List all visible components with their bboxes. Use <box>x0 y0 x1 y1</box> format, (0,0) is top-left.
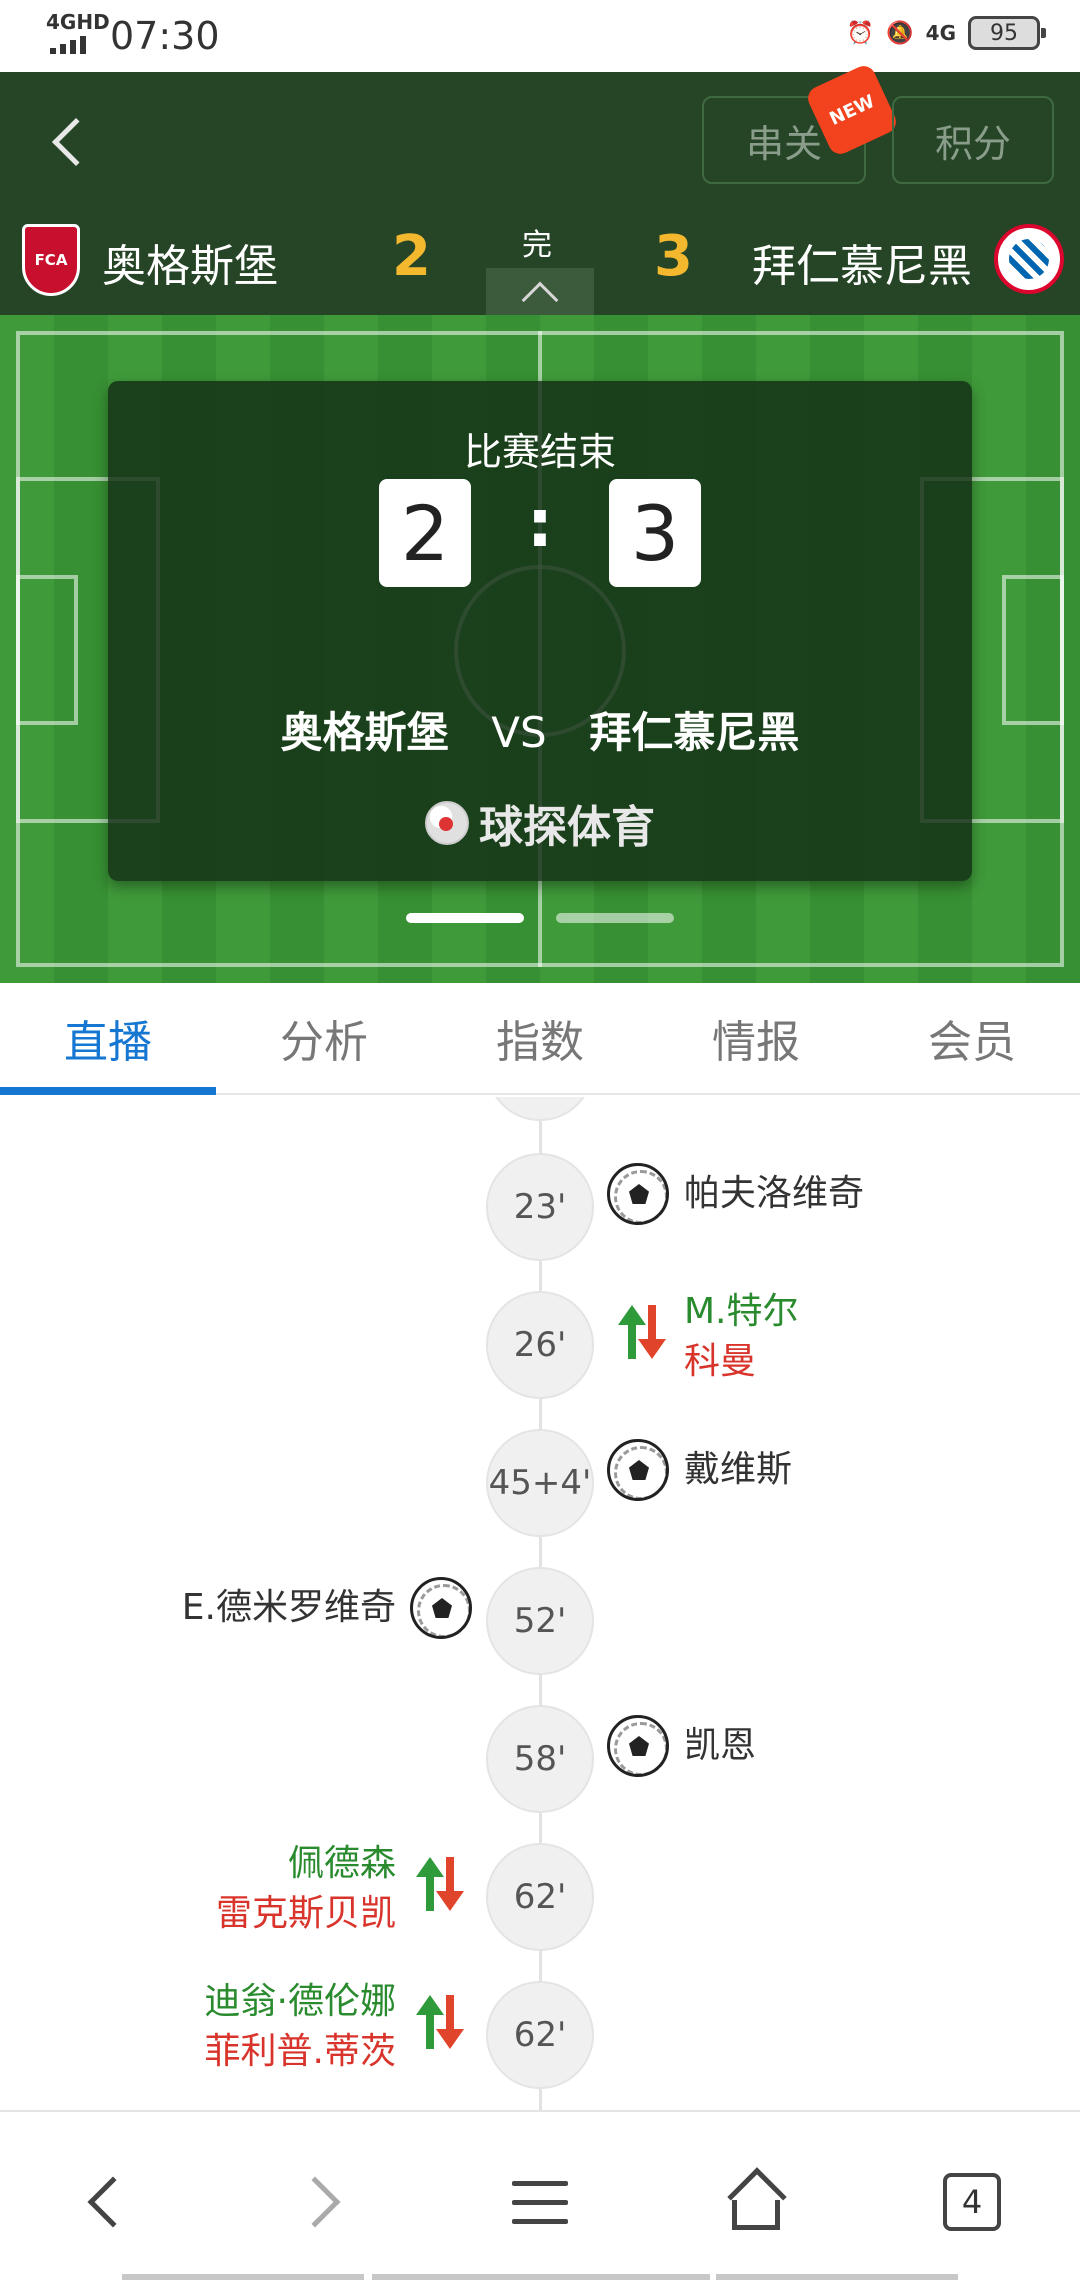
chevron-right-icon <box>289 2176 341 2228</box>
minute-marker: 52' <box>486 1567 594 1675</box>
result-card: 比赛结束 2 : 3 奥格斯堡 VS 拜仁慕尼黑 球探体育 <box>108 381 972 881</box>
standings-button[interactable]: 积分 <box>892 96 1054 184</box>
goal-ball-icon <box>607 1715 669 1777</box>
browser-forward-button[interactable] <box>272 2152 372 2252</box>
score-separator: : <box>526 485 554 562</box>
browser-menu-button[interactable] <box>490 2152 590 2252</box>
bayern-logo-icon <box>994 224 1064 294</box>
tabs-count-icon: 4 <box>943 2173 1001 2231</box>
player-in: 迪翁·德伦娜 <box>204 1981 396 2022</box>
chevron-up-icon <box>521 281 559 318</box>
tab-bar: 直播 分析 指数 情报 会员 <box>0 983 1080 1095</box>
card-home-team: 奥格斯堡 <box>280 708 449 757</box>
minute-marker: 62' <box>486 1843 594 1951</box>
card-away-team: 拜仁慕尼黑 <box>589 708 800 757</box>
home-score: 2 <box>392 224 431 289</box>
minute-marker: 58' <box>486 1705 594 1813</box>
collapse-button[interactable] <box>486 268 594 318</box>
goal-scorer: E.德米罗维奇 <box>181 1587 396 1628</box>
away-score: 3 <box>654 224 693 289</box>
menu-icon <box>512 2180 568 2224</box>
result-title: 比赛结束 <box>463 430 616 474</box>
tab-intel[interactable]: 情报 <box>648 983 864 1093</box>
gesture-bar <box>122 2274 364 2280</box>
player-out: 菲利普.蒂茨 <box>204 2031 396 2072</box>
card-teams: 奥格斯堡 VS 拜仁慕尼黑 <box>108 699 972 760</box>
browser-bottom-bar: 4 <box>0 2110 1080 2280</box>
brand-name: 球探体育 <box>479 802 655 853</box>
minute-marker: 23' <box>486 1153 594 1261</box>
network-type-right: 4G <box>925 21 956 45</box>
player-out: 科曼 <box>684 1341 757 1382</box>
player-out: 雷克斯贝凯 <box>215 1893 396 1934</box>
battery-icon: 95 <box>968 16 1046 50</box>
browser-back-button[interactable] <box>56 2152 156 2252</box>
bell-muted-icon: 🔕 <box>886 20 914 46</box>
signal-icon <box>50 34 86 54</box>
brand-watermark: 球探体育 <box>108 791 972 855</box>
left-goal-box <box>16 575 78 725</box>
back-arrow-icon <box>51 117 101 167</box>
goal-scorer: 帕夫洛维奇 <box>684 1173 865 1214</box>
alarm-icon: ⏰ <box>846 20 875 46</box>
minute-marker: 26' <box>486 1291 594 1399</box>
event-timeline[interactable]: 23' 帕夫洛维奇 26' M.特尔 科曼 45+4' 戴维斯 52' E.德米… <box>0 1097 1080 2110</box>
card-away-score: 3 <box>609 479 701 587</box>
augsburg-logo-icon: FCA <box>22 224 80 296</box>
pager-dot[interactable] <box>556 913 674 923</box>
browser-home-button[interactable] <box>706 2152 806 2252</box>
pitch-panel[interactable]: 比赛结束 2 : 3 奥格斯堡 VS 拜仁慕尼黑 球探体育 <box>0 315 1080 983</box>
card-home-score: 2 <box>379 479 471 587</box>
browser-tabs-button[interactable]: 4 <box>922 2152 1022 2252</box>
goal-scorer: 戴维斯 <box>684 1449 793 1490</box>
goal-scorer: 凯恩 <box>684 1725 757 1766</box>
gesture-bar <box>716 2274 958 2280</box>
match-header: 串关 NEW 积分 FCA 奥格斯堡 2 完 3 拜仁慕尼黑 <box>0 62 1080 318</box>
brand-logo-icon <box>425 801 469 845</box>
home-team-name[interactable]: 奥格斯堡 <box>102 230 278 294</box>
clock: 07:30 <box>110 14 220 58</box>
pager-dot-active[interactable] <box>406 913 524 923</box>
minute-marker-partial <box>486 1097 594 1121</box>
minute-marker: 62' <box>486 1981 594 2089</box>
goal-ball-icon <box>410 1577 472 1639</box>
minute-marker: 45+4' <box>486 1429 594 1537</box>
tab-analysis[interactable]: 分析 <box>216 983 432 1093</box>
network-type: 4GHD <box>46 10 110 34</box>
tab-odds[interactable]: 指数 <box>432 983 648 1093</box>
home-icon <box>726 2167 787 2230</box>
player-in: 佩德森 <box>287 1843 396 1884</box>
chevron-left-icon <box>87 2176 139 2228</box>
card-vs: VS <box>491 708 547 757</box>
substitution-icon <box>612 1301 674 1363</box>
gesture-bar <box>372 2274 710 2280</box>
status-bar: 4GHD 07:30 ⏰ 🔕 4G 95 <box>0 0 1080 72</box>
right-goal-box <box>1002 575 1064 725</box>
player-in: M.特尔 <box>684 1291 799 1332</box>
goal-ball-icon <box>607 1439 669 1501</box>
tab-live[interactable]: 直播 <box>0 983 216 1095</box>
match-status: 完 <box>522 228 552 263</box>
goal-ball-icon <box>607 1163 669 1225</box>
back-button[interactable] <box>40 102 101 182</box>
substitution-icon <box>410 1853 472 1915</box>
tab-member[interactable]: 会员 <box>864 983 1080 1093</box>
away-team-name[interactable]: 拜仁慕尼黑 <box>752 230 972 294</box>
substitution-icon <box>410 1991 472 2053</box>
